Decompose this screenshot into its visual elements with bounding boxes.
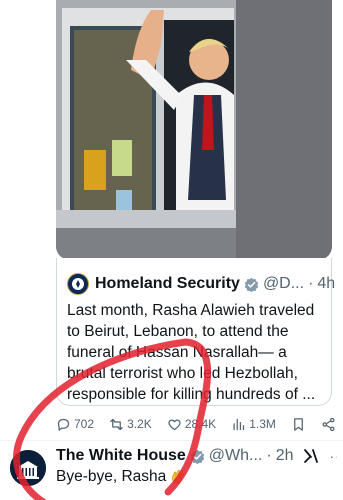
reply-icon (57, 418, 70, 431)
verified-badge-icon (190, 449, 205, 464)
quoted-text-line: funeral of Hassan Nasrallah— a (67, 344, 287, 361)
waving-hand-emoji (172, 469, 185, 484)
header-separator: · (308, 275, 314, 292)
header-separator: · (266, 447, 272, 464)
dhs-avatar[interactable] (67, 273, 89, 295)
reply-button[interactable]: 702 (56, 417, 94, 432)
quoted-author-handle: @D... (262, 275, 305, 292)
views-button[interactable]: 1.3M (231, 417, 276, 432)
next-author-name[interactable]: The White House (56, 447, 186, 465)
like-button[interactable]: 28.4K (167, 417, 216, 432)
share-button[interactable] (321, 417, 336, 432)
repost-button[interactable]: 3.2K (109, 417, 152, 432)
post-divider (0, 440, 343, 441)
next-post-text-row: Bye-bye, Rasha (56, 466, 188, 487)
repost-icon (110, 418, 123, 430)
quoted-post-card[interactable]: Homeland Security @D... · 4h Last month,… (56, 258, 335, 406)
quoted-post-time[interactable]: 4h (317, 275, 335, 293)
reply-count: 702 (74, 417, 95, 431)
bookmark-icon (294, 417, 303, 431)
quoted-post-header: Homeland Security @D... · 4h (67, 272, 335, 296)
verified-badge-icon (244, 277, 259, 292)
quoted-text-line: responsible for killing hundreds of ... (67, 386, 316, 403)
next-author-handle: @Wh... (208, 447, 263, 464)
views-icon (233, 418, 245, 430)
quoted-post-text: Last month, Rasha Alawieh traveled to Be… (67, 300, 331, 405)
next-post-header: The White House @Wh... · 2h ··· (56, 445, 337, 467)
like-icon (168, 419, 181, 430)
photo (56, 0, 332, 260)
next-post-text: Bye-bye, Rasha (56, 468, 167, 485)
quoted-text-line: brutal terrorist who led Hezbollah, (67, 365, 298, 382)
next-post-time[interactable]: 2h (276, 447, 294, 465)
share-icon (322, 417, 335, 431)
white-house-logo-icon (10, 450, 46, 486)
repost-count: 3.2K (127, 417, 152, 431)
bookmark-button[interactable] (291, 417, 306, 432)
quoted-author-name[interactable]: Homeland Security (95, 275, 240, 293)
quoted-text-line: to Beirut, Lebanon, to attend the (67, 323, 289, 340)
dhs-seal-icon (72, 278, 84, 290)
like-count: 28.4K (184, 417, 217, 431)
quoted-text-line: Last month, Rasha Alawieh traveled (67, 302, 315, 319)
grok-icon[interactable] (303, 448, 319, 464)
post-media-image[interactable] (56, 0, 332, 260)
views-count: 1.3M (249, 417, 276, 431)
whitehouse-avatar[interactable] (10, 450, 46, 486)
more-options-icon[interactable]: ··· (329, 448, 337, 464)
post-action-bar: 702 3.2K 28.4K 1.3M (56, 413, 336, 435)
